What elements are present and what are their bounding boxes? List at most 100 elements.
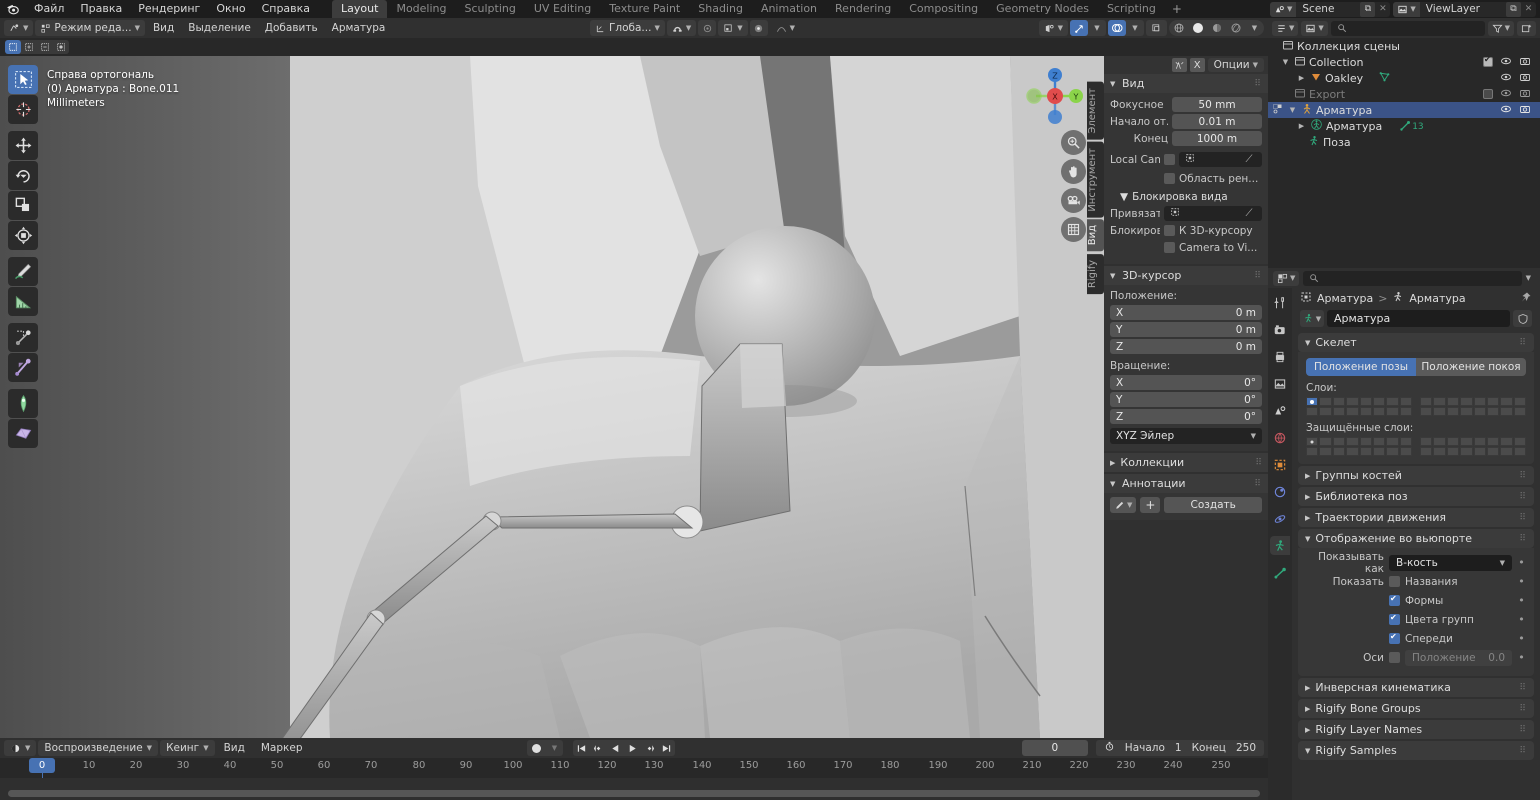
exclude-checkbox[interactable] <box>1483 55 1493 67</box>
drag-dots-icon[interactable]: ⠿ <box>1519 513 1527 523</box>
viewport-menu-armature[interactable]: Арматура <box>326 20 392 36</box>
display-as-dropdown[interactable]: В-кость ▼ <box>1389 554 1512 571</box>
bone-size-tool[interactable] <box>8 353 38 382</box>
play-icon[interactable] <box>624 740 641 756</box>
protected-cell[interactable] <box>1513 447 1526 456</box>
layer-cell[interactable] <box>1319 397 1332 406</box>
shading-wireframe-button[interactable] <box>1169 20 1188 36</box>
menu-file[interactable]: Файл <box>26 0 72 18</box>
render-camera-icon[interactable] <box>1519 103 1531 118</box>
mode-selector[interactable]: Режим реда... ▼ <box>35 20 145 36</box>
shading-rendered-button[interactable] <box>1226 20 1245 36</box>
select-subtract-icon[interactable] <box>37 40 53 54</box>
protected-block-left[interactable] <box>1306 437 1412 456</box>
layer-block-right[interactable] <box>1420 397 1526 416</box>
layer-cell[interactable] <box>1332 407 1346 416</box>
workspace-tab-animation[interactable]: Animation <box>752 0 826 18</box>
clip-start-field[interactable]: 0.01 m <box>1172 114 1262 129</box>
workspace-tab-rendering[interactable]: Rendering <box>826 0 900 18</box>
sidebar-tab-tool[interactable]: Инструмент <box>1087 141 1104 218</box>
pin-icon[interactable] <box>1520 291 1532 306</box>
protected-cell[interactable] <box>1473 447 1486 456</box>
scene-close-icon[interactable]: ✕ <box>1375 2 1390 17</box>
properties-search-input[interactable] <box>1303 270 1522 286</box>
scene-selector[interactable]: ▼ Scene ⧉ ✕ <box>1270 1 1391 17</box>
outliner-row-oakley[interactable]: ▶ Oakley <box>1268 70 1540 86</box>
keying-menu[interactable]: Кеинг ▼ <box>160 740 215 756</box>
next-keyframe-icon[interactable] <box>641 740 658 756</box>
cursor-loc-z-field[interactable]: Z 0 m <box>1110 339 1262 354</box>
workspace-tab-modeling[interactable]: Modeling <box>387 0 455 18</box>
3d-viewport[interactable]: Справа ортогональ (0) Арматура : Bone.01… <box>0 56 1268 738</box>
timeline-ruler[interactable]: 10 20 30 40 50 60 70 80 90 100 110 120 1… <box>0 758 1268 800</box>
overlay-options-icon[interactable]: ▼ <box>1126 20 1144 36</box>
protected-cell[interactable] <box>1513 437 1526 446</box>
layer-cell[interactable] <box>1372 407 1386 416</box>
transform-tool[interactable] <box>8 221 38 250</box>
proportional-falloff-group[interactable] <box>749 20 768 36</box>
layer-cell[interactable] <box>1399 407 1412 416</box>
protected-cell[interactable] <box>1460 437 1473 446</box>
skeleton-panel-header[interactable]: ▼ Скелет ⠿ <box>1298 333 1534 352</box>
rotation-mode-dropdown[interactable]: XYZ Эйлер ▼ <box>1110 428 1262 444</box>
camera-to-view-checkbox[interactable] <box>1164 242 1175 253</box>
outliner-search-input[interactable] <box>1330 20 1485 36</box>
scene-icon[interactable]: ▼ <box>1270 1 1297 17</box>
render-camera-icon[interactable] <box>1519 55 1531 70</box>
armature-data-browse-button[interactable]: ▼ <box>1300 310 1324 327</box>
select-difference-icon[interactable] <box>53 40 69 54</box>
animate-property-dot[interactable]: • <box>1517 613 1526 626</box>
viewlayer-name[interactable]: ViewLayer <box>1420 3 1506 15</box>
pose-library-panel-header[interactable]: ▶ Библиотека поз ⠿ <box>1298 487 1534 506</box>
outliner-display-mode-icon[interactable]: ▼ <box>1272 20 1299 36</box>
properties-tab-output[interactable] <box>1270 347 1290 366</box>
bone-roll-tool[interactable] <box>8 389 38 418</box>
timeline-menu-marker[interactable]: Маркер <box>254 742 310 754</box>
local-camera-field[interactable]: ⟋ <box>1179 152 1262 167</box>
layer-cell[interactable] <box>1433 407 1446 416</box>
properties-tab-world[interactable] <box>1270 428 1290 447</box>
visibility-eye-icon[interactable] <box>1500 87 1512 102</box>
sidebar-options-button[interactable]: Опции ▼ <box>1207 58 1264 72</box>
protected-cell[interactable] <box>1372 447 1386 456</box>
group-colors-checkbox[interactable] <box>1389 613 1400 625</box>
layer-cell[interactable] <box>1433 397 1446 406</box>
layer-cell[interactable] <box>1473 397 1486 406</box>
annotate-tool[interactable] <box>8 257 38 286</box>
focal-length-field[interactable]: 50 mm <box>1172 97 1262 112</box>
drag-dots-icon[interactable]: ⠿ <box>1519 338 1527 348</box>
chevron-right-icon[interactable]: ▶ <box>1296 122 1307 130</box>
workspace-tab-compositing[interactable]: Compositing <box>900 0 987 18</box>
layer-cell[interactable] <box>1513 397 1526 406</box>
menu-edit[interactable]: Правка <box>72 0 130 18</box>
animate-property-dot[interactable]: • <box>1517 575 1526 588</box>
protected-cell[interactable] <box>1420 447 1433 456</box>
cursor-loc-x-field[interactable]: X 0 m <box>1110 305 1262 320</box>
jump-to-end-icon[interactable] <box>658 740 675 756</box>
protected-cell[interactable] <box>1446 447 1460 456</box>
layer-cell[interactable] <box>1486 397 1500 406</box>
overlay-toggle-icon[interactable] <box>1108 20 1126 36</box>
outliner-row-armature-data[interactable]: ▶ Арматура 13 <box>1268 118 1540 134</box>
inverse-kinematics-panel-header[interactable]: ▶ Инверсная кинематика ⠿ <box>1298 678 1534 697</box>
current-frame-field[interactable]: 0 <box>1021 740 1088 756</box>
add-annotation-button[interactable]: + <box>1140 497 1161 513</box>
cursor-loc-y-field[interactable]: Y 0 m <box>1110 322 1262 337</box>
animate-property-dot[interactable]: • <box>1517 651 1526 664</box>
render-camera-icon[interactable] <box>1519 71 1531 86</box>
workspace-tab-layout[interactable]: Layout <box>332 0 388 18</box>
playhead[interactable]: 0 <box>29 758 55 773</box>
protected-cell[interactable] <box>1359 437 1372 446</box>
sidebar-tab-rigify[interactable]: Rigify <box>1087 253 1104 294</box>
protected-cell[interactable] <box>1346 447 1359 456</box>
shading-options-icon[interactable]: ▼ <box>1245 20 1264 36</box>
layer-cell[interactable] <box>1446 397 1460 406</box>
cursor-panel-header[interactable]: ▼ 3D-курсор ⠿ <box>1104 266 1268 285</box>
gizmo-group[interactable]: ▼ <box>1070 20 1106 36</box>
layer-cell[interactable] <box>1399 397 1412 406</box>
workspace-tab-sculpting[interactable]: Sculpting <box>456 0 525 18</box>
protected-cell[interactable] <box>1460 447 1473 456</box>
animate-property-dot[interactable]: • <box>1517 556 1526 569</box>
layer-cell[interactable] <box>1500 407 1513 416</box>
pivot-point-selector[interactable]: ▼ <box>718 20 748 36</box>
